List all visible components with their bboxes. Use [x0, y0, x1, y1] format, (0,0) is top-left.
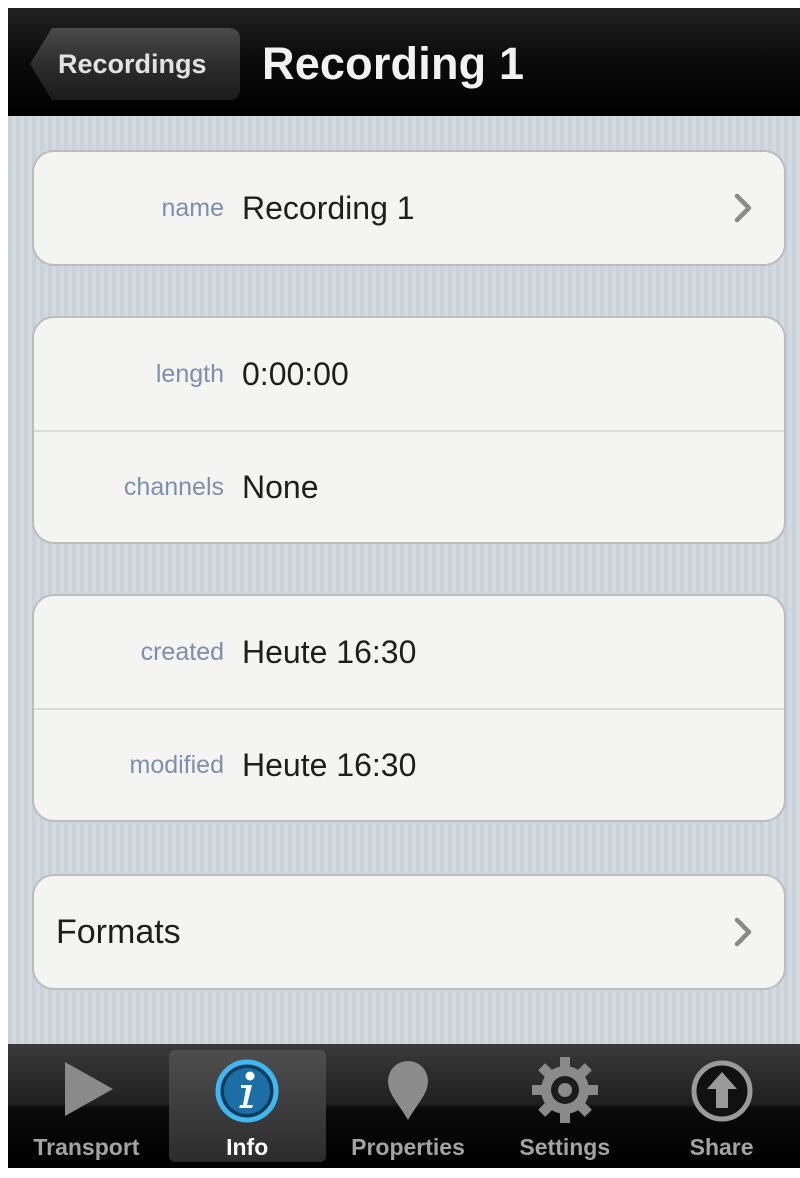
tab-share[interactable]: Share	[643, 1044, 800, 1168]
tab-bar: Transport Info Properties Settings Share	[8, 1044, 800, 1168]
upload-icon	[691, 1060, 753, 1122]
formats-label: Formats	[56, 912, 181, 951]
info-icon	[215, 1059, 279, 1123]
audio-group: length 0:00:00 channels None	[32, 316, 786, 544]
created-value: Heute 16:30	[242, 633, 417, 670]
recording-info-table[interactable]: name Recording 1 length 0:00:00 channels…	[8, 116, 800, 1044]
channels-label: channels	[123, 472, 224, 501]
tab-info[interactable]: Info	[168, 1050, 326, 1162]
tab-transport[interactable]: Transport	[8, 1044, 165, 1168]
dates-group: created Heute 16:30 modified Heute 16:30	[32, 594, 786, 822]
name-value: Recording 1	[242, 189, 415, 226]
app-screen: Recordings Recording 1 name Recording 1 …	[8, 8, 800, 1168]
created-label: created	[140, 637, 224, 666]
gear-icon	[531, 1057, 598, 1123]
channels-row: channels None	[34, 430, 784, 542]
tab-settings[interactable]: Settings	[486, 1044, 643, 1168]
name-label: name	[161, 193, 224, 222]
modified-value: Heute 16:30	[242, 746, 417, 783]
name-group: name Recording 1	[32, 150, 786, 266]
length-row: length 0:00:00	[34, 318, 784, 430]
modified-row: modified Heute 16:30	[34, 708, 784, 820]
tab-transport-label: Transport	[33, 1134, 140, 1160]
pin-icon	[387, 1061, 428, 1120]
tab-properties-label: Properties	[351, 1134, 465, 1160]
modified-label: modified	[129, 750, 225, 779]
play-icon	[65, 1062, 114, 1116]
back-button-recordings[interactable]: Recordings	[30, 28, 240, 100]
name-row[interactable]: name Recording 1	[34, 152, 784, 264]
formats-row[interactable]: Formats	[34, 876, 784, 988]
formats-group: Formats	[32, 874, 786, 990]
chevron-right-icon	[734, 917, 752, 947]
channels-value: None	[242, 468, 319, 505]
navigation-bar: Recordings Recording 1	[8, 8, 800, 116]
length-value: 0:00:00	[242, 355, 349, 392]
tab-share-label: Share	[689, 1134, 754, 1160]
page-title: Recording 1	[262, 38, 525, 89]
tab-info-label: Info	[226, 1134, 269, 1160]
phone-screen: Recordings Recording 1 name Recording 1 …	[0, 0, 800, 1178]
created-row: created Heute 16:30	[34, 596, 784, 708]
tab-settings-label: Settings	[519, 1134, 611, 1160]
tab-properties[interactable]: Properties	[330, 1044, 487, 1168]
length-label: length	[155, 359, 224, 388]
chevron-right-icon	[734, 193, 752, 223]
